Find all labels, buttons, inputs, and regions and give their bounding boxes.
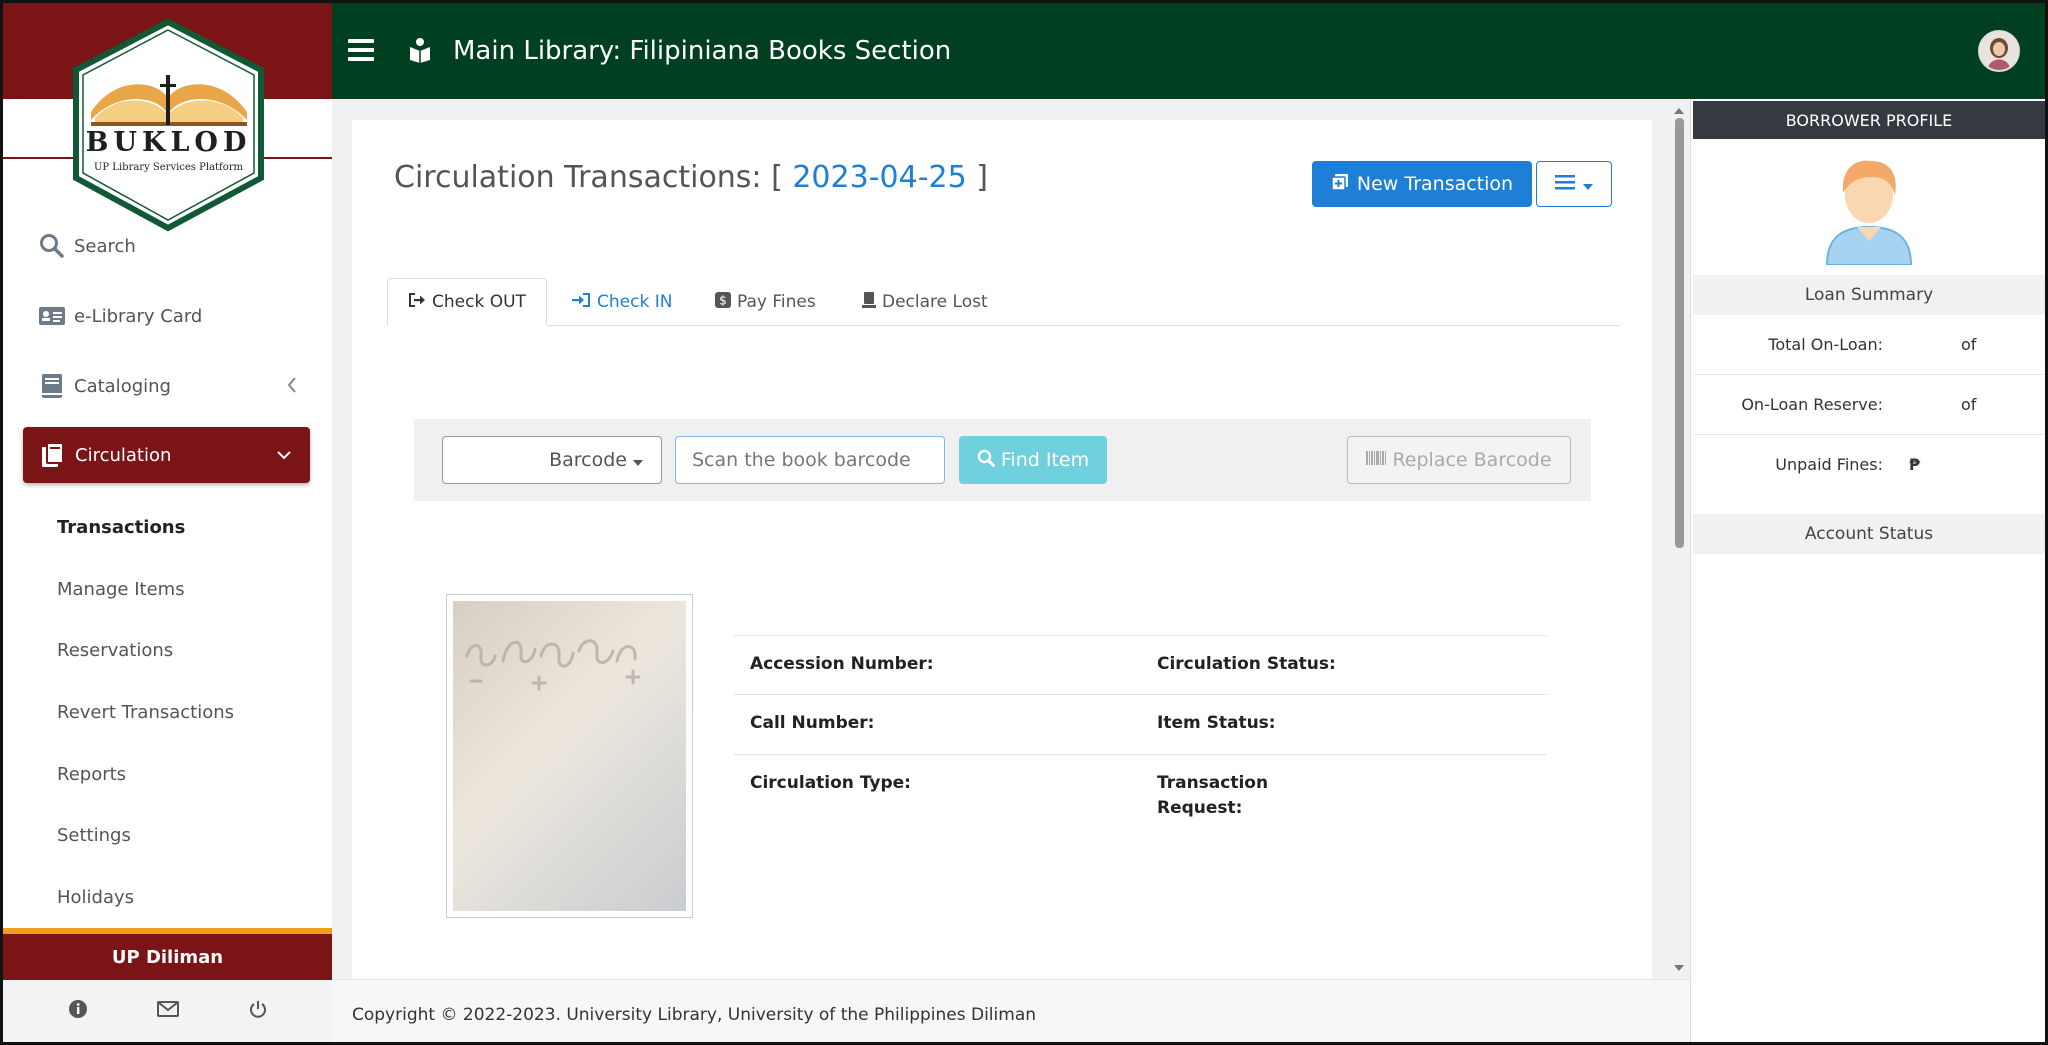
list-icon [1555, 174, 1575, 194]
options-menu-button[interactable] [1536, 161, 1612, 207]
sidebar-subitem-reservations[interactable]: Reservations [57, 640, 173, 661]
sidebar-item-label: Search [74, 235, 136, 257]
account-status-header: Account Status [1693, 514, 2045, 554]
sign-in-icon [571, 292, 591, 313]
footer-copyright: Copyright © 2022-2023. University Librar… [352, 1005, 1037, 1025]
sidebar: BUKLOD UP Library Services Platform Sear… [3, 3, 332, 1042]
page-title-date: 2023-04-25 [792, 160, 967, 195]
user-avatar[interactable] [1978, 30, 2020, 72]
header-title: Main Library: Filipiniana Books Section [453, 36, 952, 66]
tab-check-in[interactable]: Check IN [551, 278, 692, 326]
sidebar-subitem-reports[interactable]: Reports [57, 764, 126, 785]
new-transaction-label: New Transaction [1356, 173, 1514, 195]
sidebar-subitem-transactions[interactable]: Transactions [57, 517, 185, 538]
info-divider [734, 635, 1547, 636]
tab-pay-fines[interactable]: $ Pay Fines [695, 278, 836, 326]
find-item-label: Find Item [1000, 449, 1090, 471]
svg-text:$: $ [719, 293, 727, 307]
info-divider [734, 754, 1547, 755]
sidebar-item-label: Circulation [75, 444, 172, 466]
sidebar-bottom-bar [3, 980, 332, 1042]
power-icon[interactable] [248, 999, 268, 1023]
book-cover-image [446, 594, 693, 918]
sidebar-item-label: Cataloging [74, 375, 171, 397]
campus-label: UP Diliman [3, 934, 332, 980]
page-title-suffix: ] [976, 160, 988, 195]
book-icon [38, 372, 66, 400]
scroll-up-arrow-icon[interactable] [1674, 108, 1684, 114]
scroll-down-arrow-icon[interactable] [1674, 965, 1684, 971]
total-on-loan-value: of [1961, 335, 1977, 354]
tab-label: Declare Lost [882, 292, 988, 312]
borrower-avatar-area [1693, 139, 2045, 275]
new-transaction-button[interactable]: New Transaction [1312, 161, 1532, 207]
top-header: Main Library: Filipiniana Books Section [332, 3, 2045, 99]
caret-down-icon [1583, 175, 1593, 194]
on-loan-reserve-label: On-Loan Reserve: [1741, 395, 1883, 414]
info-icon[interactable] [68, 999, 88, 1023]
total-on-loan-label: Total On-Loan: [1768, 335, 1883, 354]
search-type-select[interactable]: Barcode [442, 436, 662, 484]
call-number-label: Call Number: [750, 713, 875, 733]
tab-label: Check OUT [432, 292, 526, 312]
replace-barcode-label: Replace Barcode [1392, 449, 1552, 471]
unpaid-fines-label: Unpaid Fines: [1775, 455, 1883, 474]
total-on-loan-row: Total On-Loan: of [1693, 315, 2045, 375]
sidebar-subitem-manage-items[interactable]: Manage Items [57, 579, 185, 600]
item-status-label: Item Status: [1157, 713, 1276, 733]
on-loan-reserve-value: of [1961, 395, 1977, 414]
transaction-request-label-line2: Request: [1157, 798, 1243, 818]
barcode-icon [1366, 449, 1387, 471]
logo-text: BUKLOD [85, 127, 252, 158]
page-title-prefix: Circulation Transactions: [ [394, 160, 783, 195]
books-icon [41, 442, 65, 468]
tab-declare-lost[interactable]: Declare Lost [842, 278, 1008, 326]
mail-icon[interactable] [156, 1000, 179, 1022]
id-card-icon [38, 302, 66, 330]
sidebar-subitem-settings[interactable]: Settings [57, 825, 131, 846]
sidebar-item-circulation[interactable]: Circulation [23, 427, 310, 483]
chevron-left-icon [286, 376, 298, 399]
chevron-down-icon [276, 445, 292, 466]
search-icon [38, 232, 66, 260]
logo-subtitle: UP Library Services Platform [93, 162, 244, 173]
sidebar-item-e-library-card[interactable]: e-Library Card [38, 296, 202, 336]
search-icon [977, 449, 995, 472]
unpaid-fines-value: ₱ [1909, 455, 1921, 474]
sidebar-subitem-holidays[interactable]: Holidays [57, 887, 134, 908]
new-document-icon [1331, 173, 1349, 196]
hamburger-icon[interactable] [348, 39, 374, 61]
scrollbar-thumb[interactable] [1675, 118, 1684, 548]
on-loan-reserve-row: On-Loan Reserve: of [1693, 375, 2045, 435]
lost-book-icon [862, 291, 876, 313]
sidebar-item-cataloging[interactable]: Cataloging [38, 366, 298, 406]
info-divider [734, 694, 1547, 695]
find-item-button[interactable]: Find Item [959, 436, 1107, 484]
sidebar-item-label: e-Library Card [74, 305, 203, 327]
book-reader-icon [408, 37, 432, 67]
sign-out-icon [408, 292, 426, 313]
accession-number-label: Accession Number: [750, 654, 934, 674]
caret-down-icon [633, 449, 643, 471]
dollar-icon: $ [715, 291, 731, 313]
unpaid-fines-row: Unpaid Fines: ₱ [1693, 435, 2045, 514]
buklod-logo-icon[interactable] [61, 20, 276, 232]
sidebar-item-search[interactable]: Search [38, 226, 136, 266]
tab-label: Pay Fines [737, 292, 816, 312]
barcode-input[interactable]: Scan the book barcode [675, 436, 945, 484]
search-type-value: Barcode [549, 449, 627, 471]
tab-check-out[interactable]: Check OUT [387, 278, 547, 326]
circulation-type-label: Circulation Type: [750, 773, 911, 793]
sidebar-subitem-revert-transactions[interactable]: Revert Transactions [57, 702, 234, 723]
loan-summary-header: Loan Summary [1693, 275, 2045, 315]
transaction-request-label: Transaction [1157, 773, 1269, 793]
tab-label: Check IN [597, 292, 673, 312]
circulation-status-label: Circulation Status: [1157, 654, 1336, 674]
borrower-avatar-icon [1825, 160, 1913, 265]
replace-barcode-button[interactable]: Replace Barcode [1347, 436, 1571, 484]
page-title: Circulation Transactions: [ 2023-04-25 ] [394, 160, 988, 195]
borrower-profile-header: BORROWER PROFILE [1693, 101, 2045, 139]
